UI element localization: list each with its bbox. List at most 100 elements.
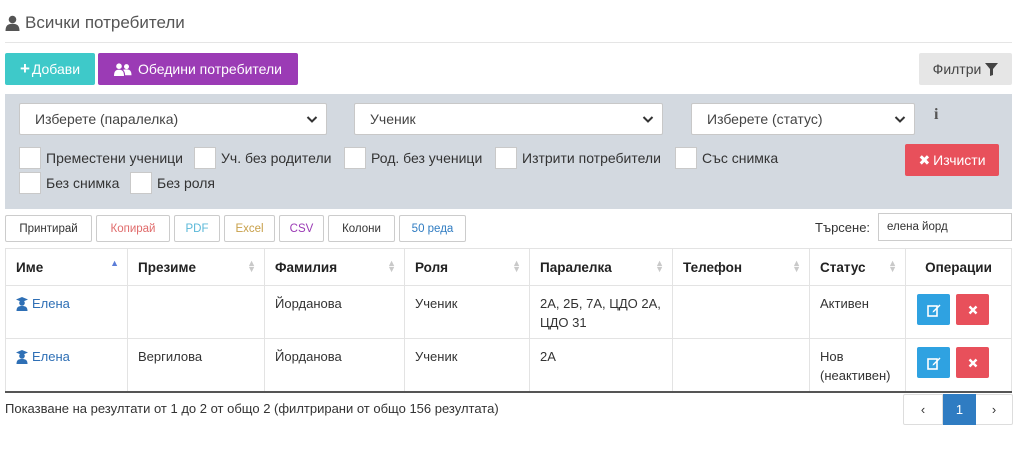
filters-toggle-button[interactable]: Филтри [919,53,1012,85]
student-icon [16,349,28,364]
checkbox-box[interactable] [675,147,697,169]
print-button[interactable]: Принтирай [5,215,92,242]
add-button[interactable]: + Добави [5,53,95,85]
page-title-text: Всички потребители [25,13,185,32]
copy-button[interactable]: Копирай [96,215,170,242]
status-select[interactable]: Изберете (статус) [691,103,915,135]
user-link[interactable]: Елена [16,294,117,313]
page-length-label: 50 реда [411,222,454,235]
cell-status: Нов (неактивен) [810,339,906,391]
search-input-value: елена йорд [887,221,948,233]
copy-label: Копирай [110,222,156,235]
cell-role: Ученик [405,339,530,391]
role-select[interactable]: Ученик [354,103,663,135]
checkbox-students-without-parents[interactable]: Уч. без родители [194,147,331,169]
title-divider [5,42,1012,43]
search-label: Търсене: [815,220,871,235]
clear-filters-button[interactable]: ✖ Изчисти [905,144,999,176]
role-select-value: Ученик [370,111,416,127]
users-table: Име ▲ Презиме ▲ ▼ Фамилия ▲ ▼ Роля ▲ ▼ Пара… [5,248,1012,393]
sort-icon: ▲ ▼ [387,258,396,274]
search-input[interactable]: елена йорд [878,213,1012,241]
delete-button[interactable] [956,294,989,325]
chevron-down-icon [894,116,906,123]
column-header-middle-name[interactable]: Презиме ▲ ▼ [128,249,265,285]
column-header-label: Фамилия [275,259,338,275]
page-title: Всички потребители [5,12,185,34]
chevron-down-icon [642,116,654,123]
cell-middle-name: Вергилова [128,339,265,391]
edit-icon [926,357,940,370]
pagination: ‹ 1 › [903,394,1013,425]
clear-filters-label: Изчисти [933,152,986,168]
column-header-label: Телефон [683,259,743,275]
pagination-page-current[interactable]: 1 [943,394,976,425]
class-select[interactable]: Изберете (паралелка) [19,103,327,135]
pdf-button[interactable]: PDF [174,215,220,242]
info-icon[interactable]: i [934,106,938,124]
checkbox-moved-students[interactable]: Преместени ученици [19,147,183,169]
checkbox-without-photo[interactable]: Без снимка [19,172,119,194]
checkbox-box[interactable] [19,172,41,194]
merge-users-label: Обедини потребители [138,61,282,77]
excel-button[interactable]: Excel [224,215,275,242]
csv-button[interactable]: CSV [279,215,324,242]
user-icon [5,15,20,31]
column-header-name[interactable]: Име ▲ [5,249,128,285]
cell-last-name: Йорданова [265,286,405,338]
cell-class: 2А [530,339,673,391]
class-select-value: Изберете (паралелка) [35,111,179,127]
status-select-value: Изберете (статус) [707,111,823,127]
checkbox-box[interactable] [19,147,41,169]
column-header-label: Статус [820,259,866,275]
cell-last-name: Йорданова [265,339,405,391]
column-header-class[interactable]: Паралелка ▲ ▼ [530,249,673,285]
checkbox-box[interactable] [194,147,216,169]
pagination-prev[interactable]: ‹ [903,394,943,425]
checkbox-box[interactable] [495,147,517,169]
edit-icon [926,304,940,317]
plus-icon: + [19,59,30,78]
column-header-label: Презиме [138,259,196,275]
close-icon: ✖ [918,151,931,168]
sort-icon: ▲ ▼ [888,258,897,274]
checkbox-label: Уч. без родители [221,150,332,166]
user-name: Елена [32,349,70,364]
page-length-button[interactable]: 50 реда [399,215,466,242]
checkbox-box[interactable] [130,172,152,194]
column-header-role[interactable]: Роля ▲ ▼ [405,249,530,285]
pagination-next[interactable]: › [976,394,1013,425]
checkbox-label: Със снимка [702,150,779,166]
merge-users-button[interactable]: Обедини потребители [98,53,298,85]
columns-button[interactable]: Колони [328,215,395,242]
checkbox-box[interactable] [344,147,366,169]
checkbox-parents-without-students[interactable]: Род. без ученици [344,147,482,169]
checkbox-deleted-users[interactable]: Изтрити потребители [495,147,661,169]
sort-icon: ▲ [110,258,119,268]
sort-icon: ▲ ▼ [247,258,256,274]
edit-button[interactable] [917,347,950,378]
close-icon [968,358,977,367]
column-header-last-name[interactable]: Фамилия ▲ ▼ [265,249,405,285]
cell-class: 2А, 2Б, 7А, ЦДО 2А, ЦДО 31 [530,286,673,338]
table-header-row: Име ▲ Презиме ▲ ▼ Фамилия ▲ ▼ Роля ▲ ▼ Пара… [5,249,1012,286]
checkbox-label: Без роля [157,175,215,191]
column-header-operations: Операции [906,249,1012,285]
sort-icon: ▲ ▼ [512,258,521,274]
sort-icon: ▲ ▼ [792,258,801,274]
table-row: Елена Йорданова Ученик 2А, 2Б, 7А, ЦДО 2… [5,286,1012,339]
checkbox-without-role[interactable]: Без роля [130,172,215,194]
user-link[interactable]: Елена [16,347,117,366]
checkbox-with-photo[interactable]: Със снимка [675,147,778,169]
sort-icon: ▲ ▼ [655,258,664,274]
checkbox-label: Без снимка [46,175,120,191]
delete-button[interactable] [956,347,989,378]
column-header-phone[interactable]: Телефон ▲ ▼ [673,249,810,285]
column-header-status[interactable]: Статус ▲ ▼ [810,249,906,285]
excel-label: Excel [235,222,264,235]
add-button-label: Добави [31,61,81,77]
cell-operations [906,339,1012,391]
cell-name: Елена [5,286,128,338]
column-header-label: Роля [415,259,449,275]
edit-button[interactable] [917,294,950,325]
